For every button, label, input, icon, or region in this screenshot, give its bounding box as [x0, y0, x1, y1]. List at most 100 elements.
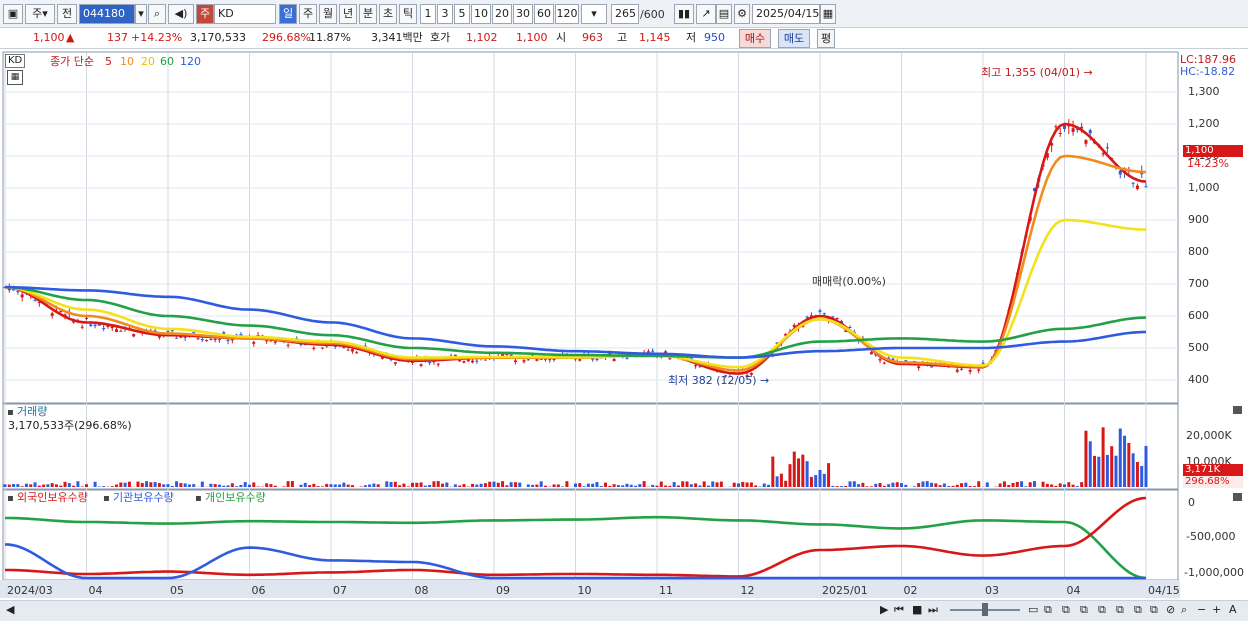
volume-bar — [801, 454, 805, 487]
text-size-icon[interactable]: A — [1229, 603, 1237, 616]
eval-button[interactable]: 평 — [817, 29, 835, 48]
candle-body — [882, 362, 886, 364]
gear-icon[interactable]: ⚙ — [734, 4, 750, 24]
volume-bar — [119, 482, 123, 487]
clear-icon[interactable]: ⊘ — [1166, 603, 1175, 616]
candle-body — [955, 369, 959, 372]
zoom-slider-handle[interactable] — [982, 603, 988, 616]
candle-body — [346, 349, 350, 351]
candle-body — [1063, 125, 1066, 129]
layout-icon-2[interactable]: ⧉ — [1044, 603, 1052, 616]
count-input[interactable]: 265 — [611, 4, 639, 24]
volume-panel-close-icon[interactable] — [1233, 406, 1242, 414]
interval-5[interactable]: 5 — [454, 4, 470, 24]
candle-body — [1118, 170, 1122, 175]
volume-bar — [235, 486, 239, 487]
candle-type-icon[interactable]: ▮▮ — [674, 4, 694, 24]
sell-button[interactable]: 매도 — [778, 29, 810, 48]
volume-bar — [818, 470, 822, 487]
period-month[interactable]: 월 — [319, 4, 337, 24]
quote-amount: 3,341백만 — [371, 31, 423, 44]
date-input[interactable]: 2025/04/15 — [752, 4, 820, 24]
stop-icon[interactable]: ■ — [912, 603, 922, 616]
layout-icon-5[interactable]: ⧉ — [1098, 603, 1106, 616]
interval-dropdown[interactable]: ▾ — [581, 4, 607, 24]
interval-1[interactable]: 1 — [420, 4, 436, 24]
period-week[interactable]: 주 — [299, 4, 317, 24]
interval-3[interactable]: 3 — [437, 4, 453, 24]
layout-icon-3[interactable]: ⧉ — [1062, 603, 1070, 616]
interval-120[interactable]: 120 — [555, 4, 579, 24]
period-minute[interactable]: 분 — [359, 4, 377, 24]
count-max: /600 — [640, 8, 665, 21]
period-year[interactable]: 년 — [339, 4, 357, 24]
open-label: 시 — [556, 31, 567, 44]
table-icon[interactable]: ▦ — [7, 70, 23, 85]
period-tick[interactable]: 틱 — [399, 4, 417, 24]
holding-panel-close-icon[interactable] — [1233, 493, 1242, 501]
layout-icon-6[interactable]: ⧉ — [1116, 603, 1124, 616]
candle-body — [119, 330, 123, 332]
search-icon[interactable]: ⌕ — [148, 4, 166, 24]
candle-body — [286, 344, 290, 346]
high-note: 최고 1,355 (04/01) → — [981, 66, 1093, 79]
calendar-icon[interactable]: ▦ — [820, 4, 836, 24]
zoom-in-icon[interactable]: + — [1212, 603, 1221, 616]
volume-bar — [153, 482, 157, 487]
candle-body — [355, 352, 359, 354]
zoom-out-icon[interactable]: − — [1197, 603, 1206, 616]
volume-bar — [256, 486, 260, 487]
save-icon[interactable]: ▤ — [716, 4, 732, 24]
volume-bar — [183, 483, 187, 487]
quote-open: 963 — [582, 31, 603, 44]
last-page-icon[interactable]: ⏭ — [928, 603, 938, 616]
magnifier-icon[interactable]: ⌕ — [1181, 603, 1187, 616]
volume-bar — [685, 481, 689, 487]
volume-bar — [479, 483, 483, 487]
volume-bar — [385, 481, 389, 487]
sound-icon[interactable]: ◀) — [168, 4, 194, 24]
volume-bar — [595, 482, 599, 487]
volume-bar — [462, 484, 466, 487]
period-second[interactable]: 초 — [379, 4, 397, 24]
buy-button[interactable]: 매수 — [739, 29, 771, 48]
name-prefix-badge: 주 — [196, 4, 214, 24]
volume-bar — [1080, 482, 1084, 487]
volume-bar — [1088, 441, 1092, 487]
volume-bar — [127, 481, 131, 487]
ma-120-label: 120 — [180, 55, 201, 68]
layout-icon-4[interactable]: ⧉ — [1080, 603, 1088, 616]
volume-bar — [492, 481, 496, 487]
window-menu-icon[interactable]: ▣ — [3, 4, 23, 24]
volume-bar — [912, 486, 916, 487]
ticker-badge[interactable]: KD — [5, 54, 26, 68]
institution-series-label: 기관보유수량 — [113, 491, 174, 504]
code-input[interactable]: 044180 — [79, 4, 135, 24]
market-select[interactable]: 전 — [57, 4, 77, 24]
x-axis-label: 07 — [333, 584, 347, 597]
volume-bar — [586, 483, 590, 487]
period-day[interactable]: 일 — [279, 4, 297, 24]
interval-20[interactable]: 20 — [492, 4, 512, 24]
interval-10[interactable]: 10 — [471, 4, 491, 24]
layout-icon-8[interactable]: ⧉ — [1150, 603, 1158, 616]
scroll-left-icon[interactable]: ◀ — [6, 603, 14, 616]
instrument-type-select[interactable]: 주▾ — [25, 4, 55, 24]
interval-60[interactable]: 60 — [534, 4, 554, 24]
volume-bar — [805, 461, 809, 487]
volume-bar — [363, 485, 367, 487]
volume-bar — [835, 486, 839, 487]
scroll-right-icon[interactable]: ▶ — [880, 603, 888, 616]
interval-30[interactable]: 30 — [513, 4, 533, 24]
chart-area[interactable] — [0, 50, 1248, 600]
layout-icon-7[interactable]: ⧉ — [1134, 603, 1142, 616]
first-page-icon[interactable]: ⏮ — [894, 603, 904, 616]
name-input[interactable]: KD — [214, 4, 276, 24]
draw-tool-icon[interactable]: ↗ — [696, 4, 716, 24]
code-dropdown-icon[interactable]: ▾ — [135, 4, 147, 24]
candle-body — [230, 339, 234, 341]
volume-bar — [698, 485, 702, 487]
candle-body — [968, 369, 972, 372]
layout-icon-1[interactable]: ▭ — [1028, 603, 1038, 616]
volume-bar — [501, 481, 505, 487]
